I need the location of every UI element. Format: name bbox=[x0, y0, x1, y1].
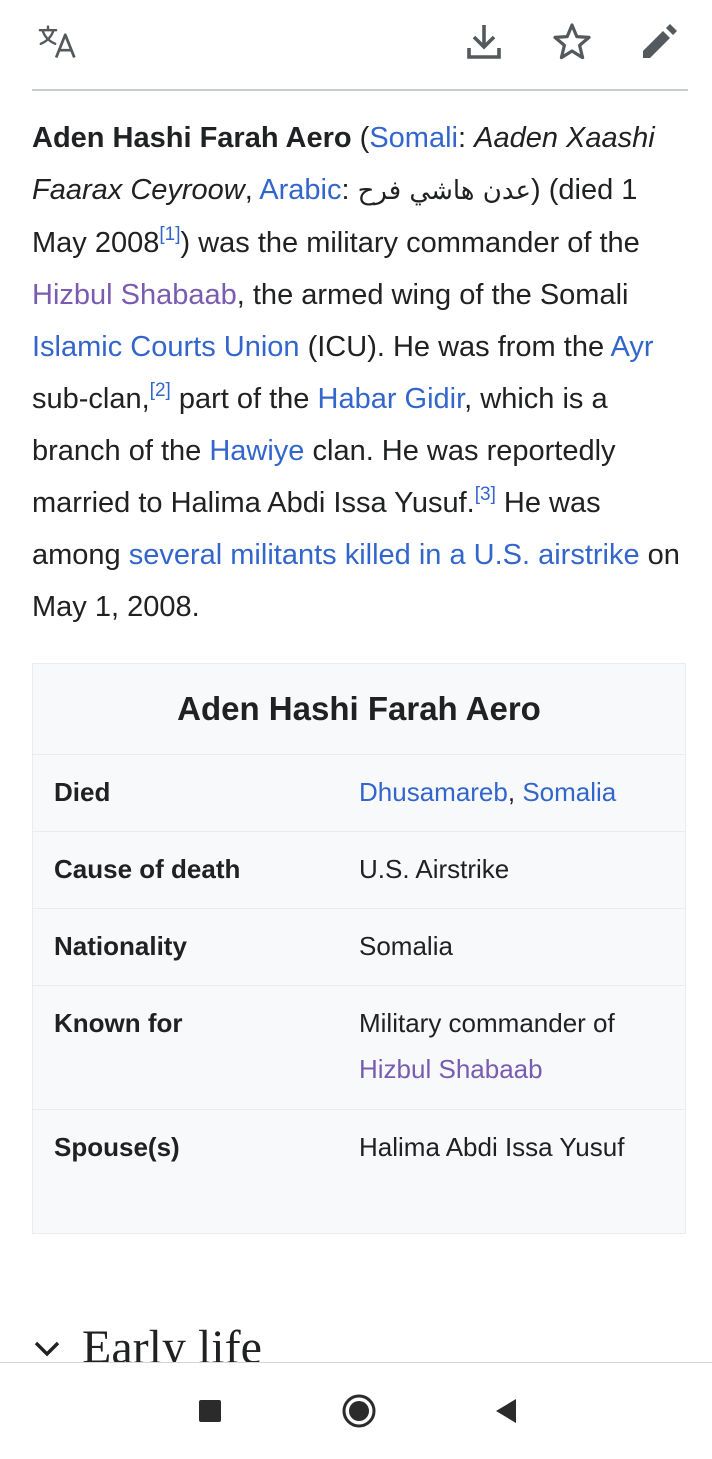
infobox-label: Known for bbox=[54, 1008, 183, 1038]
reference-3[interactable]: [3] bbox=[475, 484, 496, 505]
infobox-value: Dhusamareb, Somalia bbox=[359, 769, 685, 831]
intro-text: , the armed wing of the Somali bbox=[236, 279, 629, 311]
infobox-row-died: Died Dhusamareb, Somalia bbox=[33, 755, 685, 832]
infobox-label: Died bbox=[54, 777, 111, 807]
square-icon[interactable] bbox=[192, 1393, 228, 1429]
intro-text: part of the bbox=[170, 383, 318, 415]
intro-text: sub-clan, bbox=[32, 383, 150, 415]
reference-2[interactable]: [2] bbox=[150, 380, 171, 401]
star-icon[interactable] bbox=[552, 22, 592, 62]
intro-text: : bbox=[457, 122, 475, 154]
link-somalia[interactable]: Somalia bbox=[522, 777, 616, 807]
link-hizbul-shabaab[interactable]: Hizbul Shabaab bbox=[359, 1054, 543, 1084]
translate-icon[interactable] bbox=[38, 22, 78, 62]
intro-text: (ICU). He was from the bbox=[299, 331, 611, 363]
known-for-text: Military commander of bbox=[359, 1008, 615, 1038]
article-intro: Aden Hashi Farah Aero (Somali: Aaden Xaa… bbox=[32, 112, 692, 633]
intro-text: ( bbox=[351, 122, 370, 154]
intro-text: , bbox=[244, 174, 260, 206]
reference-1[interactable]: [1] bbox=[159, 224, 180, 245]
arabic-name: عدن هاشي فرح bbox=[357, 176, 532, 206]
infobox-row-spouse: Spouse(s) Halima Abdi Issa Yusuf bbox=[33, 1110, 685, 1233]
infobox: Aden Hashi Farah Aero Died Dhusamareb, S… bbox=[32, 663, 686, 1234]
infobox-value: Military commander of Hizbul Shabaab bbox=[359, 1000, 685, 1109]
article-toolbar bbox=[0, 0, 712, 90]
circle-icon[interactable] bbox=[341, 1393, 377, 1429]
intro-paragraph: Aden Hashi Farah Aero (Somali: Aaden Xaa… bbox=[32, 112, 692, 633]
link-islamic-courts-union[interactable]: Islamic Courts Union bbox=[32, 331, 300, 363]
link-habar-gidir[interactable]: Habar Gidir bbox=[318, 383, 465, 415]
link-ayr[interactable]: Ayr bbox=[611, 331, 654, 363]
intro-text: ) was the military commander of the bbox=[180, 227, 640, 259]
link-hawiye[interactable]: Hawiye bbox=[209, 435, 304, 467]
infobox-row-known-for: Known for Military commander of Hizbul S… bbox=[33, 986, 685, 1110]
infobox-title: Aden Hashi Farah Aero bbox=[33, 664, 685, 755]
value-separator: , bbox=[507, 777, 523, 807]
system-nav-bar bbox=[0, 1362, 712, 1459]
intro-text: : bbox=[341, 174, 358, 206]
infobox-label: Nationality bbox=[54, 931, 187, 961]
link-arabic[interactable]: Arabic bbox=[259, 174, 341, 206]
link-airstrike[interactable]: several militants killed in a U.S. airst… bbox=[129, 539, 640, 571]
infobox-label: Spouse(s) bbox=[54, 1132, 180, 1162]
infobox-value: U.S. Airstrike bbox=[359, 854, 510, 884]
link-hizbul-shabaab[interactable]: Hizbul Shabaab bbox=[32, 279, 237, 311]
triangle-back-icon[interactable] bbox=[488, 1393, 524, 1429]
toolbar-divider bbox=[32, 89, 688, 91]
infobox-row-cause-of-death: Cause of death U.S. Airstrike bbox=[33, 832, 685, 909]
infobox-value: Somalia bbox=[359, 931, 453, 961]
infobox-row-nationality: Nationality Somalia bbox=[33, 909, 685, 986]
infobox-value: Halima Abdi Issa Yusuf bbox=[359, 1132, 625, 1162]
pencil-icon[interactable] bbox=[639, 22, 679, 62]
link-somali[interactable]: Somali bbox=[369, 122, 458, 154]
link-dhusamareb[interactable]: Dhusamareb bbox=[359, 777, 508, 807]
infobox-label: Cause of death bbox=[54, 854, 241, 884]
article-subject: Aden Hashi Farah Aero bbox=[32, 122, 352, 154]
chevron-down-icon bbox=[34, 1341, 60, 1357]
download-icon[interactable] bbox=[464, 22, 504, 62]
